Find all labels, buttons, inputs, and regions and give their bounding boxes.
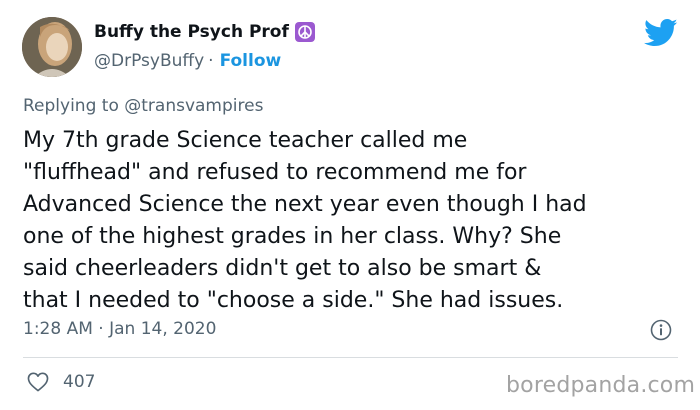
tweet-line: My 7th grade Science teacher called me (23, 128, 468, 153)
tweet-line: said cheerleaders didn't get to also be … (23, 256, 542, 281)
tweet-timestamp[interactable]: 1:28 AM · Jan 14, 2020 (23, 319, 216, 339)
display-name[interactable]: Buffy the Psych Prof (94, 22, 289, 42)
peace-symbol-icon (294, 22, 315, 42)
heart-icon[interactable] (27, 372, 49, 392)
tweet-text: My 7th grade Science teacher called me "… (23, 125, 683, 317)
reply-prefix: Replying to (23, 96, 119, 116)
display-name-row: Buffy the Psych Prof (94, 20, 315, 44)
like-count: 407 (63, 372, 96, 392)
divider (23, 357, 678, 358)
info-icon[interactable] (650, 319, 672, 341)
avatar[interactable] (22, 17, 82, 77)
like-action[interactable]: 407 (27, 372, 95, 392)
handle-row: @DrPsyBuffy · Follow (94, 49, 315, 73)
tweet-card: Buffy the Psych Prof @DrPsyBuffy · Follo… (0, 0, 700, 410)
handle[interactable]: @DrPsyBuffy (94, 51, 204, 71)
reply-mention-link[interactable]: @transvampires (124, 96, 263, 116)
watermark: boredpanda.com (506, 373, 696, 398)
tweet-line: "fluffhead" and refused to recommend me … (23, 160, 527, 185)
tweet-line: that I needed to "choose a side." She ha… (23, 288, 564, 313)
reply-context: Replying to @transvampires (23, 96, 263, 116)
tweet-line: Advanced Science the next year even thou… (23, 192, 587, 217)
handle-separator: · (208, 51, 214, 71)
author-block: Buffy the Psych Prof @DrPsyBuffy · Follo… (94, 20, 315, 73)
tweet-line: one of the highest grades in her class. … (23, 224, 562, 249)
twitter-bird-icon[interactable] (644, 18, 678, 48)
follow-link[interactable]: Follow (220, 51, 282, 71)
